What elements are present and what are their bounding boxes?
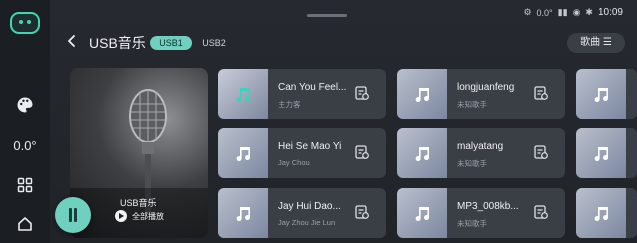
- music-note-icon: [415, 147, 430, 162]
- add-to-playlist-icon[interactable]: [354, 144, 370, 160]
- bluetooth-icon: ✱: [585, 7, 593, 17]
- home-icon[interactable]: [0, 214, 50, 234]
- tab-usb2[interactable]: USB2: [198, 36, 230, 50]
- track-thumbnail: [397, 128, 447, 178]
- music-note-icon: [415, 207, 430, 222]
- play-all-icon[interactable]: [115, 210, 127, 222]
- add-to-playlist-icon[interactable]: [533, 204, 549, 220]
- track-title: Can You Feel...: [278, 82, 347, 93]
- music-note-icon: [594, 147, 609, 162]
- track-artist: Jay Chou: [278, 158, 310, 167]
- track-title: longjuanfeng: [457, 82, 515, 93]
- track-artist: Jay Zhou Jie Lun: [278, 218, 336, 227]
- palette-icon[interactable]: [0, 94, 50, 116]
- wifi-icon: ◉: [572, 7, 581, 17]
- add-to-playlist-icon[interactable]: [533, 85, 549, 101]
- grid-icon[interactable]: [0, 176, 50, 194]
- track-card[interactable]: malyatang 未知歌手: [397, 128, 565, 178]
- robot-icon[interactable]: [10, 12, 40, 34]
- music-note-icon: [236, 147, 251, 162]
- music-note-icon: [594, 88, 609, 103]
- track-artist: 未知歌手: [457, 100, 487, 109]
- song-list-button[interactable]: 歌曲 ☰: [567, 33, 625, 53]
- track-thumbnail: [397, 69, 447, 119]
- track-card[interactable]: [576, 128, 637, 178]
- music-note-icon: [236, 88, 251, 103]
- now-playing-source: USB音乐: [120, 198, 157, 208]
- track-card[interactable]: Hei Se Mao Yi Jay Chou: [218, 128, 386, 178]
- status-icons: ⚙: [523, 7, 532, 17]
- track-artist: 未知歌手: [457, 159, 487, 168]
- page-title: USB音乐: [89, 35, 146, 51]
- status-bar: ⚙ 0.0° ▮▮ ◉ ✱ 10:09: [523, 7, 623, 18]
- add-to-playlist-icon[interactable]: [354, 204, 370, 220]
- chevron-left-icon: [68, 35, 75, 47]
- track-title: Jay Hui Dao...: [278, 201, 341, 212]
- drag-handle[interactable]: [307, 14, 347, 17]
- track-thumbnail: [576, 188, 626, 238]
- rail-temperature[interactable]: 0.0°: [0, 136, 50, 154]
- music-app-screen: 0.0° ⚙ 0.0° ▮▮ ◉ ✱ 10:09 USB音乐 USB1 USB2…: [0, 0, 637, 243]
- track-card[interactable]: Can You Feel... 主力客: [218, 69, 386, 119]
- track-card[interactable]: longjuanfeng 未知歌手: [397, 69, 565, 119]
- track-artist: 主力客: [278, 100, 301, 109]
- track-title: MP3_008kb...: [457, 201, 519, 212]
- track-card[interactable]: [576, 69, 637, 119]
- add-to-playlist-icon[interactable]: [533, 144, 549, 160]
- back-button[interactable]: [64, 33, 80, 49]
- music-note-icon: [415, 88, 430, 103]
- left-rail: 0.0°: [0, 0, 50, 243]
- track-thumbnail: [218, 69, 268, 119]
- track-title: Hei Se Mao Yi: [278, 141, 342, 152]
- track-thumbnail: [218, 188, 268, 238]
- track-thumbnail: [576, 128, 626, 178]
- status-time: 10:09: [597, 7, 623, 18]
- track-artist: 未知歌手: [457, 219, 487, 228]
- pause-button[interactable]: [55, 197, 91, 233]
- track-thumbnail: [576, 69, 626, 119]
- track-card[interactable]: Jay Hui Dao... Jay Zhou Jie Lun: [218, 188, 386, 238]
- track-thumbnail: [218, 128, 268, 178]
- music-note-icon: [236, 207, 251, 222]
- track-thumbnail: [397, 188, 447, 238]
- music-note-icon: [594, 207, 609, 222]
- status-temperature: 0.0°: [536, 7, 553, 18]
- play-all-label[interactable]: 全部播放: [132, 211, 164, 222]
- track-card[interactable]: MP3_008kb... 未知歌手: [397, 188, 565, 238]
- track-title: malyatang: [457, 141, 504, 152]
- track-card[interactable]: [576, 188, 637, 238]
- add-to-playlist-icon[interactable]: [354, 85, 370, 101]
- tab-usb1[interactable]: USB1: [150, 36, 192, 50]
- signal-icon: ▮▮: [557, 7, 568, 17]
